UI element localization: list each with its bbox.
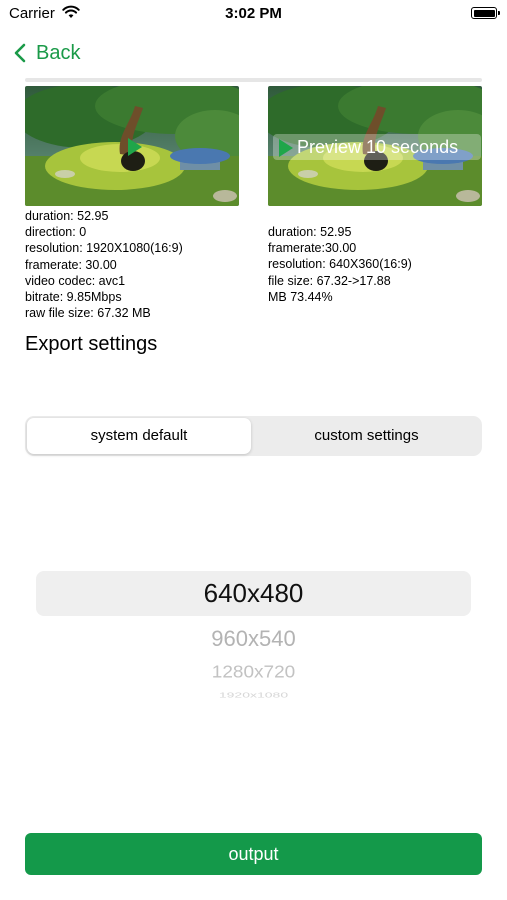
picker-option[interactable]: 960x540 <box>36 626 471 652</box>
info-line: framerate:30.00 <box>268 241 357 256</box>
status-time: 3:02 PM <box>225 5 282 22</box>
segment-system-default[interactable]: system default <box>27 418 251 454</box>
output-info: duration: 52.95 framerate:30.00 resoluti… <box>268 224 412 305</box>
info-line: resolution: 640X360(16:9) <box>268 257 412 272</box>
source-video-thumbnail[interactable] <box>25 86 239 206</box>
info-line: framerate: 30.00 <box>25 257 117 272</box>
output-button[interactable]: output <box>25 833 482 875</box>
info-line: bitrate: 9.85Mbps <box>25 290 122 305</box>
chevron-left-icon <box>14 43 26 63</box>
info-line: MB 73.44% <box>268 289 333 304</box>
mode-segmented-control: system default custom settings <box>25 416 482 456</box>
back-button[interactable]: Back <box>14 38 80 68</box>
status-bar: Carrier 3:02 PM <box>0 0 507 30</box>
source-info: duration: 52.95 direction: 0 resolution:… <box>25 208 183 321</box>
info-line: direction: 0 <box>25 225 87 240</box>
segment-custom-settings[interactable]: custom settings <box>253 418 480 454</box>
preview-label: Preview 10 seconds <box>297 137 459 157</box>
info-line: video codec: avc1 <box>25 273 126 288</box>
header-divider <box>25 78 482 82</box>
battery-icon <box>471 7 500 19</box>
preview-button[interactable]: Preview 10 seconds <box>273 134 481 160</box>
export-settings-heading: Export settings <box>25 333 158 355</box>
info-line: resolution: 1920X1080(16:9) <box>25 241 183 256</box>
info-line: file size: 67.32->17.88 <box>268 273 391 288</box>
info-line: duration: 52.95 <box>25 209 109 223</box>
info-line: duration: 52.95 <box>268 225 352 239</box>
info-line: raw file size: 67.32 MB <box>25 306 151 321</box>
picker-option[interactable]: 1280x720 <box>36 663 471 683</box>
resolution-picker[interactable]: 640x480 960x540 1280x720 1920x1080 <box>36 571 471 711</box>
picker-option-selected[interactable]: 640x480 <box>36 578 471 609</box>
back-label: Back <box>36 41 81 64</box>
picker-option[interactable]: 1920x1080 <box>36 691 471 700</box>
play-icon <box>279 139 293 157</box>
